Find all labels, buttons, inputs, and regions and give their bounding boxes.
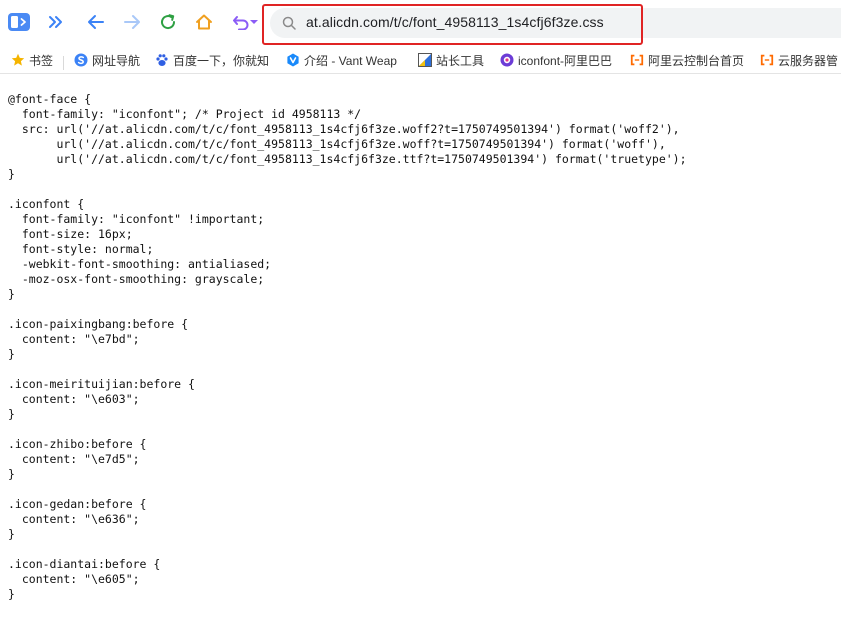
bookmark-item-aliyun-console[interactable]: 阿里云控制台首页	[630, 50, 744, 70]
arrow-left-icon	[88, 15, 104, 29]
bookmark-item-iconfont[interactable]: iconfont-阿里巴巴	[500, 50, 618, 70]
undo-icon	[233, 16, 249, 30]
more-tabs-button[interactable]	[44, 10, 68, 34]
bookmark-item-vant[interactable]: 介绍 - Vant Weap	[286, 50, 406, 70]
bookmark-item-baidu[interactable]: 百度一下，你就知	[155, 50, 273, 70]
baidu-paw-icon	[155, 53, 169, 67]
aliyun-icon	[630, 53, 644, 67]
star-icon	[11, 53, 25, 67]
sidebar-toggle-button[interactable]	[7, 10, 31, 34]
bookmark-item-webmaster[interactable]: 站长工具	[418, 50, 484, 70]
home-button[interactable]	[192, 10, 216, 34]
address-bar[interactable]: at.alicdn.com/t/c/font_4958113_1s4cfj6f3…	[270, 8, 841, 38]
bookmark-label: 云服务器管	[778, 53, 839, 68]
forward-button[interactable]	[120, 10, 144, 34]
bookmark-label: 阿里云控制台首页	[648, 53, 745, 68]
iconfont-logo-icon	[500, 53, 514, 67]
undo-close-tab-button[interactable]	[230, 10, 260, 34]
reload-icon	[161, 14, 176, 30]
bookmarks-bar: 书签 网址导航 百度一下，你就知 介绍 - Vant Weap 站长工具 ico…	[0, 46, 841, 74]
css-source-text: @font-face { font-family: "iconfont"; /*…	[8, 92, 687, 601]
bookmark-label: 书签	[29, 53, 54, 68]
arrow-right-icon	[124, 15, 140, 29]
back-button[interactable]	[84, 10, 108, 34]
bookmark-label: 百度一下，你就知	[173, 53, 270, 68]
bookmark-label: 网址导航	[92, 53, 141, 68]
bookmark-label: 介绍 - Vant Weap	[304, 53, 397, 68]
reload-button[interactable]	[156, 10, 180, 34]
home-icon	[196, 14, 212, 30]
bookmark-item-bookmarks[interactable]: 书签	[11, 50, 53, 70]
bookmark-item-nav[interactable]: 网址导航	[74, 50, 140, 70]
s-logo-icon	[74, 53, 88, 67]
sidebar-toggle-icon	[8, 13, 30, 31]
chevron-down-icon	[250, 20, 258, 24]
bookmark-label: 站长工具	[436, 53, 485, 68]
browser-toolbar: at.alicdn.com/t/c/font_4958113_1s4cfj6f3…	[0, 0, 841, 45]
search-icon	[282, 16, 296, 30]
page-content: @font-face { font-family: "iconfont"; /*…	[0, 75, 841, 627]
webmaster-icon	[418, 53, 432, 67]
bookmarks-divider	[63, 56, 64, 70]
aliyun-icon	[760, 53, 774, 67]
vant-icon	[286, 53, 300, 67]
bookmark-label: iconfont-阿里巴巴	[518, 53, 613, 68]
bookmark-item-ecs[interactable]: 云服务器管	[760, 50, 841, 70]
address-url[interactable]: at.alicdn.com/t/c/font_4958113_1s4cfj6f3…	[306, 14, 604, 30]
double-chevron-right-icon	[49, 16, 62, 28]
